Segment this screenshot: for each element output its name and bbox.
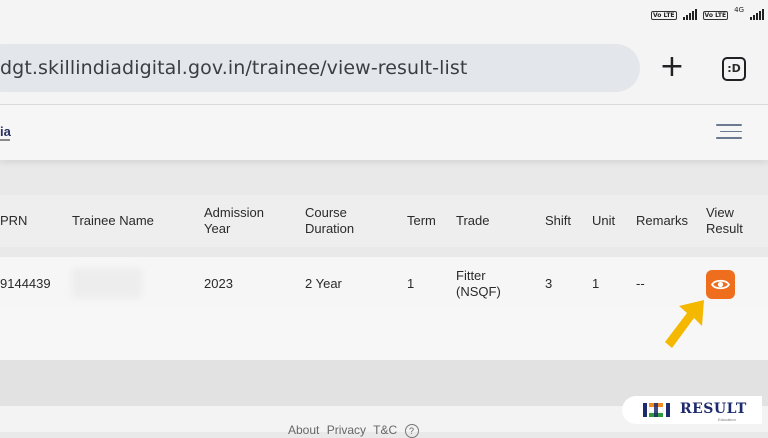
- header-course-duration-line1: Course: [305, 205, 347, 220]
- cell-trade-line2: (NSQF): [456, 284, 501, 299]
- header-view-result: View Result: [706, 205, 743, 237]
- header-remarks: Remarks: [636, 213, 689, 228]
- address-bar[interactable]: dgt.skillindiadigital.gov.in/trainee/vie…: [0, 44, 640, 92]
- plus-icon[interactable]: +: [656, 52, 688, 84]
- row-separator: [0, 247, 768, 257]
- cell-unit: 1: [592, 276, 600, 291]
- eye-icon: [710, 279, 731, 290]
- header-admission-year: Admission Year: [204, 205, 264, 237]
- signal-strength-icon-2: [750, 8, 764, 20]
- footer-privacy-link[interactable]: Privacy: [327, 423, 366, 437]
- cell-prn: 9144439: [0, 276, 51, 291]
- header-unit: Unit: [592, 213, 616, 228]
- cell-trainee-name-redacted: [72, 268, 142, 298]
- view-result-button[interactable]: [706, 270, 735, 299]
- watermark-subtext: Education: [718, 417, 736, 422]
- volte-badge: Vo LTE: [650, 11, 677, 20]
- cell-remarks: --: [636, 276, 645, 291]
- network-type: 4G: [734, 6, 744, 14]
- url-text[interactable]: dgt.skillindiadigital.gov.in/trainee/vie…: [0, 57, 467, 79]
- cell-admission-year: 2023: [204, 276, 233, 291]
- browser-toolbar: dgt.skillindiadigital.gov.in/trainee/vie…: [0, 30, 768, 105]
- header-trade: Trade: [456, 213, 490, 228]
- footer-tc-link[interactable]: T&C: [373, 423, 397, 437]
- header-admission-year-line2: Year: [204, 221, 231, 236]
- header-trainee-name: Trainee Name: [72, 213, 154, 228]
- header-course-duration-line2: Duration: [305, 221, 355, 236]
- cell-trade-line1: Fitter: [456, 268, 486, 283]
- watermark-badge: RESULT Education: [622, 396, 762, 424]
- status-icons: Vo LTE Vo LTE 4G: [650, 6, 764, 20]
- cell-term: 1: [407, 276, 415, 291]
- logo-subtitle: [0, 139, 10, 141]
- pointer-arrow-icon: [665, 300, 704, 348]
- site-header: ia: [0, 105, 768, 160]
- header-course-duration: Course Duration: [305, 205, 354, 237]
- header-admission-year-line1: Admission: [204, 205, 264, 220]
- volte-badge-2: Vo LTE: [702, 11, 729, 20]
- header-prn: PRN: [0, 213, 28, 228]
- footer-links: About Privacy T&C ?: [288, 423, 423, 438]
- hamburger-icon[interactable]: [716, 124, 742, 144]
- footer-about-link[interactable]: About: [288, 423, 319, 437]
- header-view-result-line1: View: [706, 205, 734, 220]
- site-logo[interactable]: ia: [0, 124, 11, 139]
- watermark-text: RESULT: [680, 401, 747, 417]
- cell-shift: 3: [545, 276, 553, 291]
- header-term: Term: [407, 213, 436, 228]
- status-bar: Vo LTE Vo LTE 4G: [0, 0, 768, 30]
- header-shift: Shift: [545, 213, 572, 228]
- signal-strength-icon: [682, 8, 697, 20]
- tab-switcher-button[interactable]: :D: [722, 57, 746, 81]
- header-view-result-line2: Result: [706, 221, 743, 236]
- help-icon[interactable]: ?: [404, 423, 419, 438]
- cell-trade: Fitter (NSQF): [456, 268, 501, 300]
- cell-course-duration: 2 Year: [305, 276, 342, 291]
- iti-logo-icon: [643, 403, 670, 417]
